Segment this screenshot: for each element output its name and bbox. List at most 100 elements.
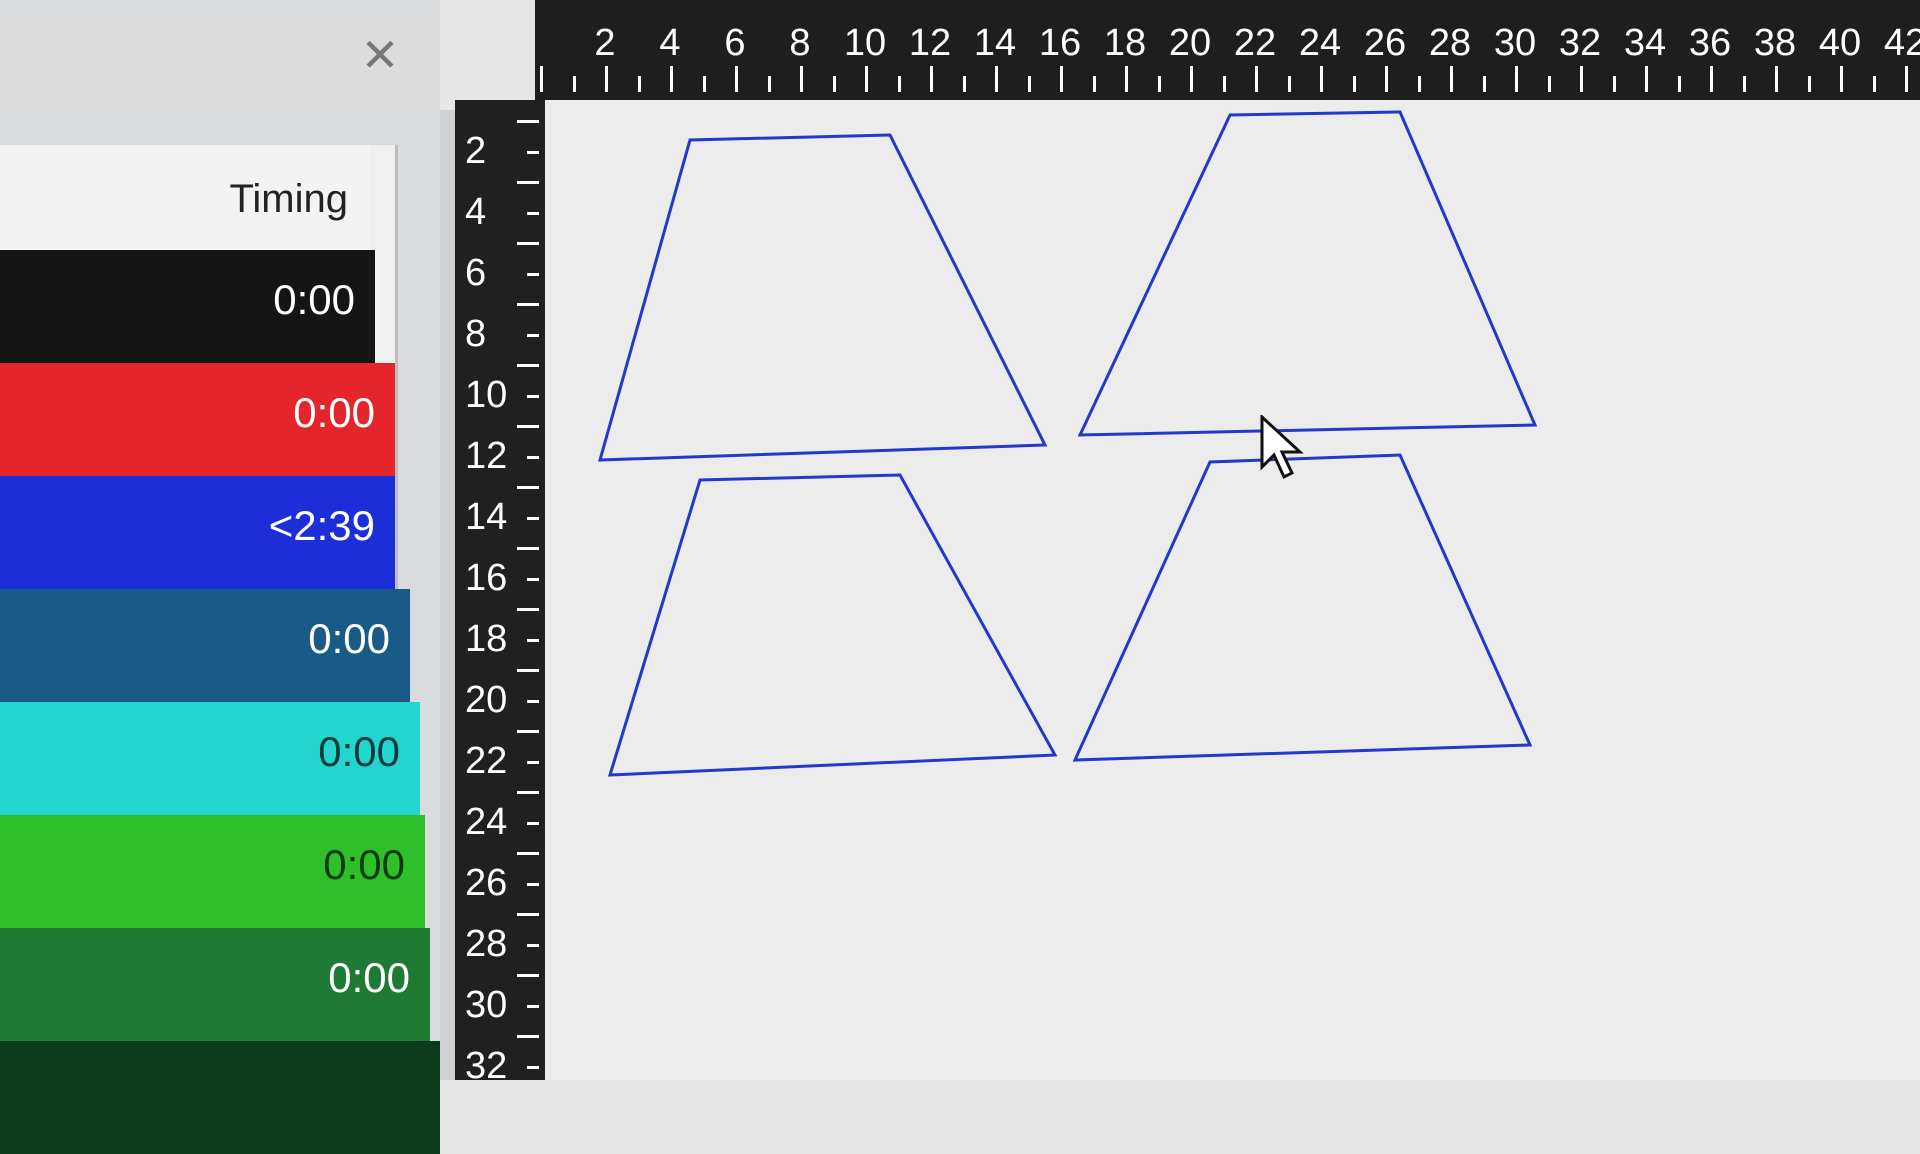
trapezoid-shape[interactable]	[1072, 453, 1533, 762]
layer-timing-value: <2:39	[268, 502, 375, 549]
top-ruler: 2 4 6 8 10 12 14 16 18 20 22 24 26 28 30 32 34 36 38 40 42	[535, 0, 1920, 100]
layer-timing-value: 0:00	[323, 841, 405, 888]
ruler-label: 24	[1298, 22, 1342, 64]
ruler-label: 42	[1883, 22, 1920, 64]
ruler-label: 18	[1103, 22, 1147, 64]
layer-row[interactable]	[0, 1041, 440, 1154]
ruler-tick	[1092, 76, 1096, 92]
ruler-tick	[1482, 76, 1486, 92]
ruler-label: 12	[465, 435, 508, 477]
ruler-tick	[527, 638, 539, 642]
layer-timing-value: 0:00	[293, 389, 375, 436]
ruler-tick	[517, 486, 539, 489]
left-ruler: 2 4 6 8 10 12 14 16 18 20 22 24 26 28 30 32	[455, 100, 545, 1080]
ruler-tick	[605, 66, 608, 92]
layer-row[interactable]: 0:00	[0, 702, 420, 815]
ruler-tick	[517, 425, 539, 428]
layer-row[interactable]: 0:00	[0, 928, 430, 1041]
ruler-tick	[540, 66, 543, 92]
ruler-tick	[702, 76, 706, 92]
ruler-tick	[517, 608, 539, 611]
ruler-label: 16	[465, 557, 508, 599]
ruler-tick	[527, 821, 539, 825]
ruler-tick	[517, 181, 539, 184]
work-canvas[interactable]	[545, 100, 1920, 1080]
ruler-tick	[1547, 76, 1551, 92]
ruler-tick	[517, 669, 539, 672]
ruler-tick	[1580, 66, 1583, 92]
close-icon[interactable]: ✕	[355, 30, 405, 80]
ruler-tick	[767, 76, 771, 92]
ruler-label: 18	[465, 618, 508, 660]
ruler-tick	[527, 150, 539, 154]
ruler-label: 4	[465, 191, 487, 233]
trapezoid-shape[interactable]	[607, 473, 1058, 777]
ruler-tick	[527, 211, 539, 215]
ruler-label: 40	[1818, 22, 1862, 64]
ruler-label: 20	[465, 679, 508, 721]
layer-timing-value: 0:00	[308, 615, 390, 662]
ruler-tick	[517, 120, 539, 123]
ruler-tick	[572, 76, 576, 92]
ruler-tick	[1222, 76, 1226, 92]
layer-row[interactable]: <2:39	[0, 476, 395, 589]
layer-row[interactable]: 0:00	[0, 250, 375, 363]
ruler-tick	[995, 66, 998, 92]
mouse-pointer-icon	[1260, 415, 1304, 480]
timing-column-header[interactable]: Timing	[0, 145, 370, 250]
ruler-tick	[832, 76, 836, 92]
ruler-label: 22	[1233, 22, 1277, 64]
trapezoid-shape[interactable]	[598, 133, 1048, 462]
ruler-label: 38	[1753, 22, 1797, 64]
ruler-tick	[517, 852, 539, 855]
ruler-label: 2	[594, 22, 616, 64]
ruler-label: 14	[973, 22, 1017, 64]
ruler-tick	[517, 791, 539, 794]
ruler-tick	[527, 516, 539, 520]
ruler-tick	[670, 66, 673, 92]
ruler-tick	[527, 882, 539, 886]
ruler-tick	[1840, 66, 1843, 92]
ruler-label: 26	[465, 862, 508, 904]
ruler-tick	[527, 760, 539, 764]
ruler-tick	[1352, 76, 1356, 92]
ruler-tick	[517, 242, 539, 245]
ruler-label: 2	[465, 130, 487, 172]
ruler-tick	[1905, 66, 1908, 92]
ruler-tick	[1872, 76, 1876, 92]
ruler-label: 30	[1493, 22, 1537, 64]
ruler-tick	[527, 577, 539, 581]
layer-row[interactable]: 0:00	[0, 589, 410, 702]
ruler-tick	[735, 66, 738, 92]
ruler-tick	[1060, 66, 1063, 92]
timing-table: Timing 0:00 0:00 <2:39 0:00 0:00 0:00 0:00	[0, 145, 440, 1154]
ruler-tick	[1190, 66, 1193, 92]
ruler-label: 12	[908, 22, 952, 64]
ruler-tick	[1450, 66, 1453, 92]
layer-timing-value: 0:00	[273, 276, 355, 323]
ruler-tick	[1027, 76, 1031, 92]
trapezoid-shape[interactable]	[1077, 110, 1538, 437]
ruler-label: 32	[1558, 22, 1602, 64]
ruler-tick	[527, 455, 539, 459]
ruler-label: 4	[659, 22, 681, 64]
ruler-tick	[1710, 66, 1713, 92]
ruler-tick	[517, 730, 539, 733]
layers-panel: ✕ Timing 0:00 0:00 <2:39 0:00 0:00 0:00 0:00	[0, 0, 440, 1154]
ruler-tick	[1807, 76, 1811, 92]
layer-row[interactable]: 0:00	[0, 363, 395, 476]
ruler-label: 30	[465, 984, 508, 1026]
ruler-tick	[1775, 66, 1778, 92]
layer-row[interactable]: 0:00	[0, 815, 425, 928]
ruler-tick	[1157, 76, 1161, 92]
ruler-tick	[517, 1035, 539, 1038]
ruler-tick	[800, 66, 803, 92]
ruler-tick	[517, 303, 539, 306]
ruler-label: 14	[465, 496, 508, 538]
layer-timing-value: 0:00	[328, 954, 410, 1001]
ruler-tick	[517, 547, 539, 550]
ruler-tick	[527, 272, 539, 276]
timing-header-label: Timing	[229, 177, 348, 221]
ruler-tick	[527, 394, 539, 398]
ruler-tick	[1125, 66, 1128, 92]
